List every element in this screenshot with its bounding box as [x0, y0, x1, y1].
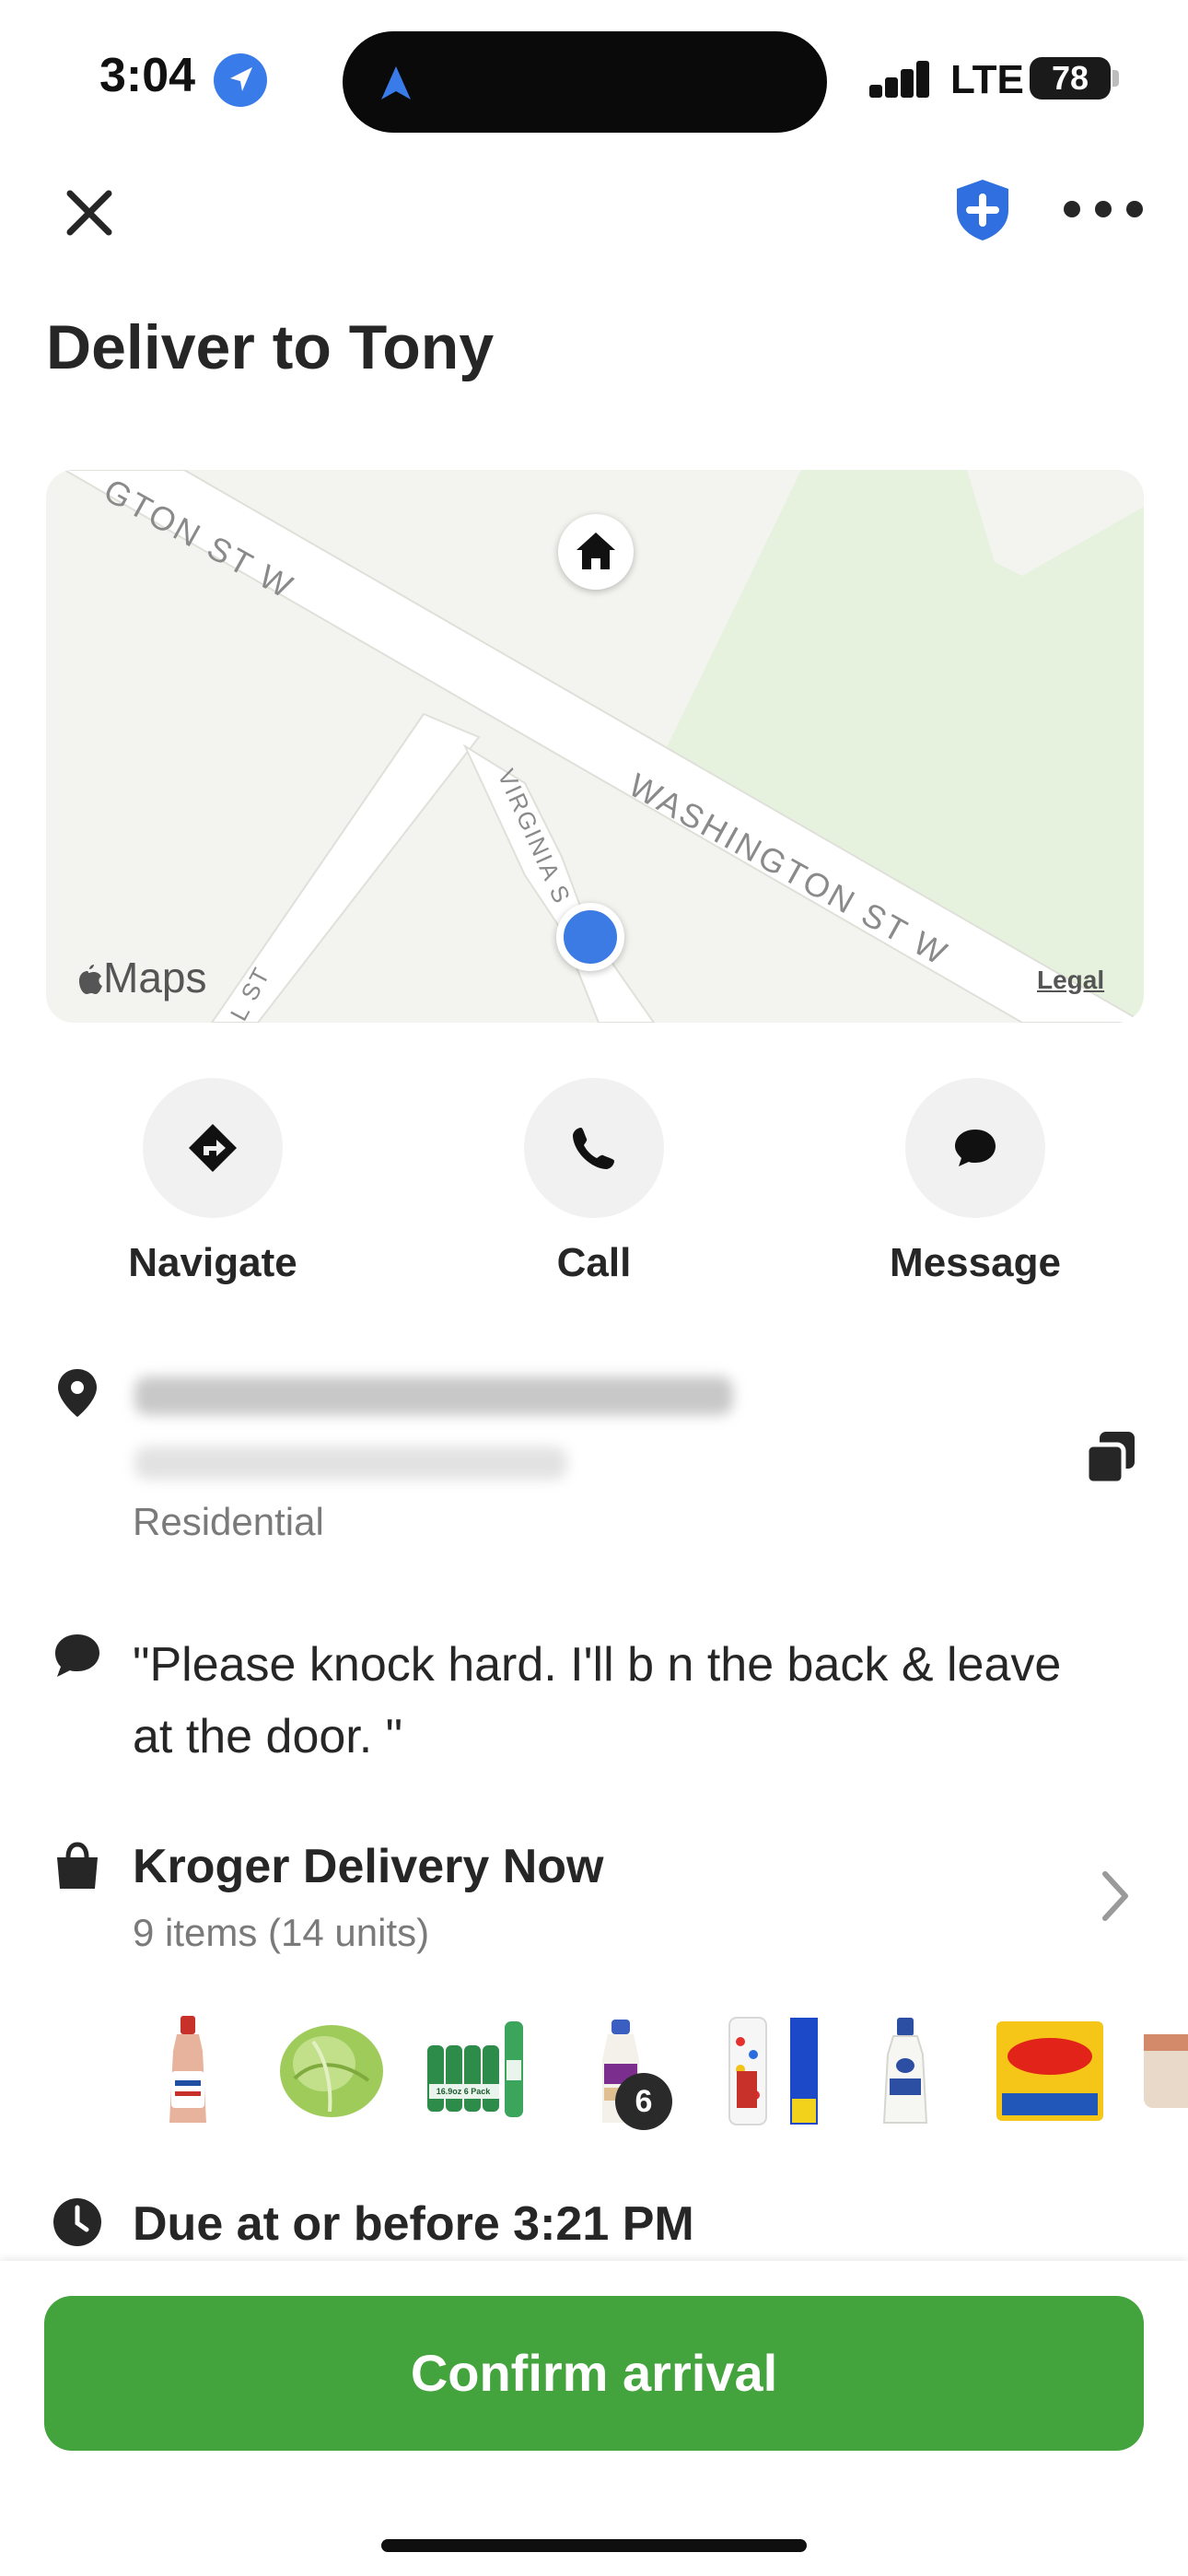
safety-shield-button[interactable] [952, 177, 1013, 243]
status-time: 3:04 [99, 49, 196, 102]
item-thumbnail-velveeta[interactable] [995, 2014, 1105, 2128]
battery-cap [1112, 70, 1119, 87]
more-dots-icon [1064, 201, 1143, 217]
navigate-label: Navigate [128, 1240, 297, 1285]
page-title: Deliver to Tony [46, 312, 495, 382]
item-thumbnail-partial[interactable] [1140, 2014, 1188, 2128]
item-count: 9 items (14 units) [133, 1911, 430, 1954]
item-thumbnail-wonder-bread[interactable] [728, 2014, 820, 2128]
chevron-right-icon [1102, 1871, 1128, 1921]
carrier-label: LTE [950, 57, 1024, 102]
signal-icon [869, 61, 929, 98]
location-pin-icon [58, 1369, 97, 1417]
directions-icon [189, 1124, 237, 1172]
item-thumbnail-thousand-island[interactable] [158, 2014, 217, 2128]
phone-icon [573, 1128, 614, 1169]
apple-logo-icon [79, 965, 102, 994]
lettuce-image [280, 2025, 383, 2117]
more-options-button[interactable] [1057, 186, 1149, 232]
dynamic-island [343, 31, 827, 133]
dropoff-note: "Please knock hard. I'll b n the back & … [133, 1638, 1062, 1763]
maps-brand-label: Maps [103, 954, 207, 1001]
maps-brand: Maps [72, 953, 206, 1002]
location-arrow-icon [214, 53, 267, 107]
destination-home-pin[interactable] [558, 514, 634, 590]
close-button[interactable] [57, 181, 122, 245]
city-line-redacted [134, 1446, 567, 1480]
call-label: Call [556, 1240, 632, 1285]
home-indicator[interactable] [381, 2539, 807, 2552]
copy-icon [1084, 1432, 1135, 1486]
legal-link[interactable]: Legal [1037, 966, 1104, 995]
message-button[interactable] [905, 1078, 1045, 1218]
item-thumbnail-ranch[interactable] [879, 2014, 932, 2128]
dressing-bottle-image [169, 2016, 206, 2123]
close-icon [66, 190, 112, 236]
address-line-redacted [134, 1376, 733, 1415]
home-icon [577, 533, 615, 569]
container-image [1144, 2034, 1188, 2108]
water-pack-label: 16.9oz 6 Pack [436, 2087, 491, 2096]
item-thumbnail-water-6-pack[interactable]: 16.9oz 6 Pack [424, 2014, 527, 2128]
navigate-button[interactable] [143, 1078, 283, 1218]
store-name: Kroger Delivery Now [133, 1840, 604, 1893]
cheese-slices-image [996, 2021, 1103, 2121]
address-type: Residential [133, 1500, 324, 1543]
shield-plus-icon [957, 180, 1008, 240]
navigation-arrow-icon [381, 66, 411, 100]
call-button[interactable] [524, 1078, 664, 1218]
message-label: Message [890, 1240, 1061, 1285]
battery-level: 78 [1030, 57, 1111, 100]
ranch-bottle-image [882, 2018, 928, 2124]
bread-loaf-image [728, 2017, 818, 2125]
chat-icon [955, 1130, 996, 1166]
shopping-bag-icon [57, 1842, 98, 1889]
clock-icon [53, 2198, 101, 2246]
due-time: Due at or before 3:21 PM [133, 2197, 694, 2251]
current-location-dot [556, 903, 624, 971]
quantity-badge: 6 [615, 2073, 672, 2130]
confirm-arrival-button[interactable]: Confirm arrival [44, 2296, 1144, 2451]
water-bottles-image [427, 2021, 523, 2117]
note-chat-icon [55, 1634, 99, 1677]
item-thumbnail-lettuce[interactable] [276, 2014, 387, 2128]
copy-address-button[interactable] [1083, 1428, 1138, 1487]
